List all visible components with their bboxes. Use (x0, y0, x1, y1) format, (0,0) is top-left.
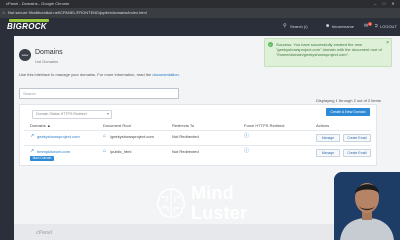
logout-link[interactable]: LOGOUT (380, 24, 397, 29)
filter-select[interactable]: Domain Status HTTPS Redirect ▾ (32, 110, 112, 119)
success-alert: ✓ Success: You have successfully created… (264, 38, 392, 67)
redirect-status: Not Redirected (172, 134, 199, 139)
check-icon: ✓ (268, 42, 273, 47)
manage-button[interactable]: Manage (316, 134, 340, 142)
domains-page-icon: www (19, 49, 31, 61)
brand-text: BIGROCK (7, 22, 47, 31)
maximize-icon[interactable]: □ (381, 1, 387, 6)
search-input[interactable]: Search (19, 88, 179, 99)
home-icon: ⌂ (103, 133, 107, 139)
info-icon[interactable]: ⓘ (244, 147, 249, 154)
col-header-document-root[interactable]: Document Root (103, 123, 131, 128)
sidebar (0, 36, 14, 240)
window-title: cPanel - Domains - Google Chrome (6, 1, 70, 6)
display-count: Displaying 1 through 2 out of 2 items (316, 98, 381, 103)
row-divider (24, 145, 370, 146)
brain-logo-icon (156, 188, 186, 218)
manage-button[interactable]: Manage (316, 149, 340, 157)
header-search-label[interactable]: Search (/) (290, 24, 308, 29)
info-icon[interactable]: ⓘ (244, 132, 249, 139)
create-domain-button[interactable]: Create A New Domain (326, 108, 370, 116)
col-header-domains[interactable]: Domains ▲ (30, 123, 51, 128)
browser-titlebar: cPanel - Domains - Google Chrome – □ ✕ (0, 0, 400, 8)
search-placeholder: Search (23, 91, 36, 96)
watermark-line-1: Mind (191, 183, 234, 203)
minimize-icon[interactable]: – (372, 1, 378, 6)
home-icon: ⌂ (103, 148, 107, 154)
col-header-force-https[interactable]: Force HTTPS Redirect (244, 123, 284, 128)
search-icon[interactable]: ⚲ (283, 23, 287, 29)
presenter-figure (334, 172, 400, 240)
brand-logo[interactable]: BIGROCK (7, 19, 53, 33)
close-alert-icon[interactable]: × (386, 40, 389, 46)
watermark-line-2: Luster (191, 203, 248, 223)
documentation-link[interactable]: documentation. (152, 72, 179, 77)
not-secure-icon: ⚠ (2, 10, 6, 15)
intro-body: Use this interface to manage your domain… (19, 72, 152, 77)
footer-brand: cPanel (36, 230, 53, 236)
document-root[interactable]: /geekyshowsproject.com (110, 134, 154, 139)
header-divider (24, 130, 370, 131)
intro-text: Use this interface to manage your domain… (19, 72, 180, 77)
external-link-icon[interactable]: ↗ (30, 133, 34, 139)
logout-icon[interactable]: ➲ (374, 23, 378, 29)
domain-name[interactable]: hmmpkikwork.com (37, 149, 70, 154)
presenter-webcam (334, 172, 400, 240)
create-email-button[interactable]: Create Email (343, 149, 371, 157)
domain-name[interactable]: geekyshowsproject.com (37, 134, 80, 139)
close-window-icon[interactable]: ✕ (390, 1, 396, 6)
main-domain-label: Main Domain (30, 156, 54, 161)
create-email-button[interactable]: Create Email (343, 134, 371, 142)
username[interactable]: bkusername (332, 24, 354, 29)
page-subtitle: List Domains (35, 59, 59, 64)
redirect-status: Not Redirected (172, 149, 199, 154)
filter-value: Domain Status HTTPS Redirect (36, 112, 87, 116)
document-root[interactable]: /public_html (110, 149, 131, 154)
chevron-down-icon: ▾ (106, 111, 109, 116)
url-text[interactable]: Not secure 9fxs8hundkut.net/CPANEL/FRONT… (8, 10, 147, 15)
address-bar[interactable]: ⚠ Not secure 9fxs8hundkut.net/CPANEL/FRO… (0, 8, 400, 18)
external-link-icon[interactable]: ↗ (30, 148, 34, 154)
notification-badge: 3 (368, 22, 372, 26)
col-header-redirects[interactable]: Redirects To (172, 123, 194, 128)
col-header-actions: Actions (316, 123, 330, 128)
user-icon[interactable]: ☻ (325, 23, 330, 29)
page-title: Domains (35, 49, 63, 56)
success-message: Success: You have successfully created t… (276, 42, 382, 57)
